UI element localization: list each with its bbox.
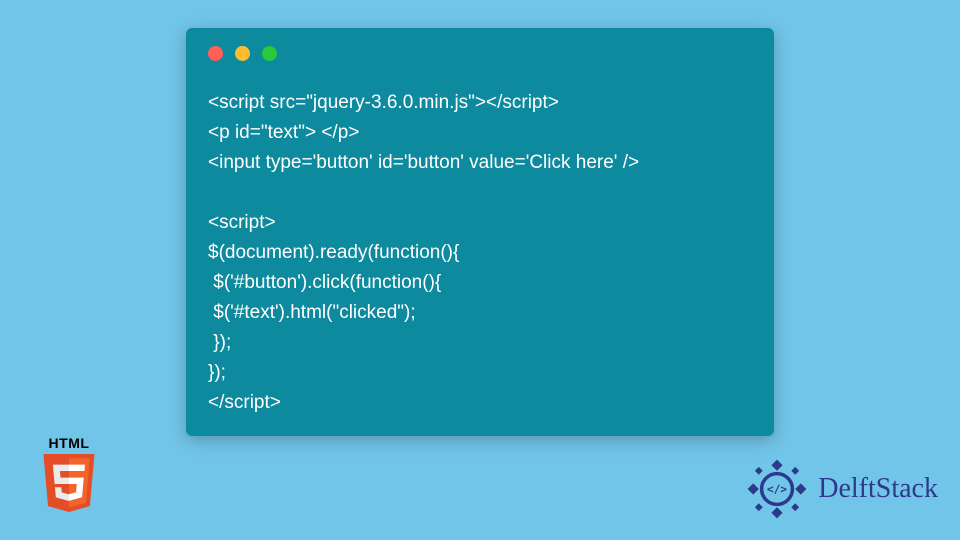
close-icon [208, 46, 223, 61]
svg-text:</>: </> [767, 483, 787, 496]
code-block: <script src="jquery-3.6.0.min.js"></scri… [208, 88, 752, 416]
delftstack-logo-icon: </> [742, 454, 812, 524]
minimize-icon [235, 46, 250, 61]
html5-badge: HTML [36, 435, 102, 518]
html5-shield-icon [40, 453, 98, 513]
delftstack-name: DelftStack [818, 473, 938, 505]
delftstack-brand: </> DelftStack [742, 454, 938, 524]
window-controls [208, 46, 277, 61]
code-panel: <script src="jquery-3.6.0.min.js"></scri… [186, 28, 774, 436]
html5-label: HTML [36, 435, 102, 451]
maximize-icon [262, 46, 277, 61]
